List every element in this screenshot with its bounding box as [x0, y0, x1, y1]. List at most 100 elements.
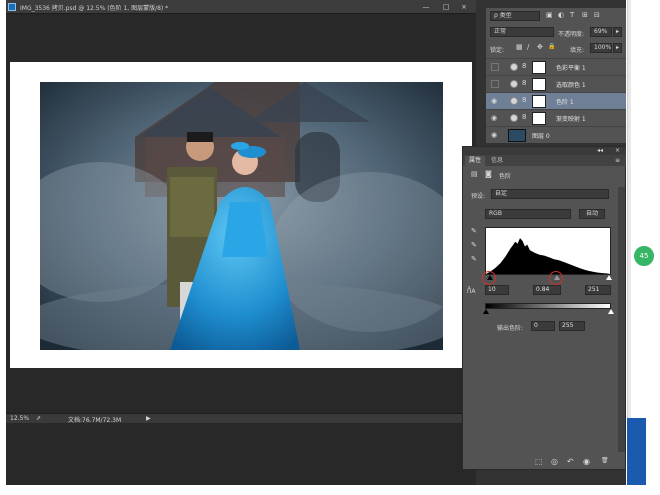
- layer-mask-thumbnail[interactable]: [532, 61, 546, 74]
- layer-name[interactable]: 选取颜色 1: [556, 80, 586, 89]
- lock-transparent-icon[interactable]: ▦: [516, 43, 523, 51]
- preset-label: 预设:: [471, 193, 486, 200]
- layer-row[interactable]: ◉ 图层 0: [486, 126, 626, 143]
- blue-sidebar-block: [627, 418, 646, 485]
- opacity-field[interactable]: 69%: [590, 27, 612, 37]
- floating-badge[interactable]: 45: [632, 244, 656, 268]
- photo-image: [40, 82, 443, 350]
- auto-button[interactable]: 自动: [579, 209, 605, 219]
- filter-kind-select[interactable]: ρ 类型: [490, 11, 540, 21]
- layer-thumbnail[interactable]: [508, 129, 526, 142]
- filter-shape-icon[interactable]: ⊞: [582, 11, 588, 19]
- levels-title: 色阶: [499, 173, 512, 180]
- mask-icon[interactable]: ◙: [485, 170, 492, 178]
- output-black-slider[interactable]: [483, 309, 489, 314]
- histogram-icon[interactable]: ▤: [471, 170, 478, 178]
- input-gamma-field[interactable]: 0.84: [533, 285, 561, 295]
- output-white-slider[interactable]: [608, 309, 614, 314]
- close-button[interactable]: ×: [458, 2, 470, 12]
- view-previous-icon[interactable]: ◎: [551, 457, 558, 466]
- layer-row[interactable]: 8 色彩平衡 1: [486, 58, 626, 75]
- tab-info[interactable]: 信息: [487, 156, 507, 166]
- link-icon: 8: [522, 96, 527, 104]
- layer-mask-thumbnail[interactable]: [532, 95, 546, 108]
- channel-icon[interactable]: ᑍA: [467, 288, 476, 295]
- trash-icon[interactable]: 🗑: [601, 457, 609, 464]
- histogram-area: [486, 238, 610, 274]
- blend-row: 正常 不透明度: 69% ▸: [486, 26, 626, 38]
- layer-name[interactable]: 渐变映射 1: [556, 114, 586, 123]
- document-bottom: [6, 423, 476, 485]
- link-icon: 8: [522, 62, 527, 70]
- page-scrollbar[interactable]: [627, 0, 631, 470]
- histogram-chart: [486, 238, 610, 274]
- adjustment-layer-icon: [510, 97, 518, 105]
- layer-mask-thumbnail[interactable]: [532, 112, 546, 125]
- visibility-toggle-off[interactable]: [491, 63, 499, 71]
- output-gradient: [485, 303, 611, 309]
- minimize-button[interactable]: —: [420, 2, 432, 12]
- properties-panel: ◂◂ × 属性 信息 ≡ ▤ ◙ 色阶 预设: 自定 RGB 自动 ✎ ✎ ✎ …: [462, 146, 627, 470]
- eye-icon[interactable]: ◉: [491, 114, 499, 122]
- filter-smart-icon[interactable]: ⊟: [594, 11, 600, 19]
- visibility-toggle-off[interactable]: [491, 80, 499, 88]
- layer-name[interactable]: 色阶 1: [556, 97, 574, 106]
- adjustment-layer-icon: [510, 80, 518, 88]
- white-eyedropper-icon[interactable]: ✎: [471, 255, 477, 263]
- highlight-circle: [549, 271, 563, 285]
- panel-scrollbar[interactable]: [618, 187, 625, 452]
- panel-menu-icon[interactable]: ≡: [615, 157, 620, 164]
- status-menu-arrow[interactable]: ▶: [146, 415, 151, 422]
- lock-all-icon[interactable]: 🔒: [548, 43, 555, 50]
- canvas-area[interactable]: [6, 15, 476, 413]
- adjustment-layer-icon: [510, 114, 518, 122]
- layers-panel: ρ 类型 ▣ ◐ T ⊞ ⊟ 正常 不透明度: 69% ▸ 锁定: ▦ / ✥ …: [486, 8, 626, 143]
- panel-close-icon[interactable]: ×: [615, 147, 620, 154]
- preset-select[interactable]: 自定: [491, 189, 609, 199]
- panel-footer: ⬚ ◎ ↶ ◉ 🗑: [463, 455, 627, 469]
- document-tab[interactable]: IMG_3536 拷贝.psd @ 12.5% (色阶 1, 图层蒙版/8) *…: [6, 0, 476, 14]
- link-icon: 8: [522, 113, 527, 121]
- black-eyedropper-icon[interactable]: ✎: [471, 227, 477, 235]
- visibility-icon[interactable]: ◉: [583, 457, 590, 466]
- filter-type-icon[interactable]: T: [570, 11, 574, 19]
- reset-icon[interactable]: ↶: [567, 457, 574, 466]
- clip-to-layer-icon[interactable]: ⬚: [535, 457, 543, 466]
- input-white-field[interactable]: 251: [585, 285, 611, 295]
- layer-row[interactable]: 8 选取颜色 1: [486, 75, 626, 92]
- levels-histogram: [485, 227, 611, 275]
- eye-icon[interactable]: ◉: [491, 131, 499, 139]
- input-black-field[interactable]: 10: [485, 285, 509, 295]
- gray-eyedropper-icon[interactable]: ✎: [471, 241, 477, 249]
- layer-name[interactable]: 色彩平衡 1: [556, 63, 586, 72]
- collapse-icon[interactable]: ◂◂: [597, 147, 603, 154]
- channel-select[interactable]: RGB: [485, 209, 571, 219]
- layer-name[interactable]: 图层 0: [532, 131, 550, 140]
- restore-button[interactable]: □: [440, 2, 452, 12]
- document-canvas[interactable]: [10, 62, 472, 368]
- blend-mode-select[interactable]: 正常: [490, 27, 554, 37]
- layer-row-selected[interactable]: ◉ 8 色阶 1: [486, 92, 626, 109]
- output-white-field[interactable]: 255: [559, 321, 585, 331]
- opacity-dropdown-icon[interactable]: ▸: [613, 27, 622, 37]
- layer-row[interactable]: ◉ 8 渐变映射 1: [486, 109, 626, 126]
- highlight-circle: [482, 271, 496, 285]
- panel-title-bar[interactable]: ◂◂ ×: [463, 147, 627, 155]
- filter-pixel-icon[interactable]: ▣: [546, 11, 553, 19]
- fill-dropdown-icon[interactable]: ▸: [613, 43, 622, 53]
- output-black-field[interactable]: 0: [531, 321, 555, 331]
- tab-properties[interactable]: 属性: [465, 156, 486, 166]
- input-white-slider[interactable]: [606, 275, 612, 280]
- fill-field[interactable]: 100%: [590, 43, 612, 53]
- panel-tabs: 属性 信息 ≡: [463, 155, 627, 166]
- lock-brush-icon[interactable]: /: [527, 43, 529, 51]
- zoom-level[interactable]: 12.5%: [10, 415, 29, 422]
- filter-adjustment-icon[interactable]: ◐: [558, 11, 564, 19]
- layer-mask-thumbnail[interactable]: [532, 78, 546, 91]
- opacity-label: 不透明度:: [558, 31, 585, 38]
- lock-label: 锁定:: [490, 47, 505, 54]
- wedding-photo: [40, 82, 443, 350]
- eye-icon[interactable]: ◉: [491, 97, 499, 105]
- export-icon[interactable]: ⇗: [36, 415, 41, 422]
- lock-move-icon[interactable]: ✥: [537, 43, 543, 51]
